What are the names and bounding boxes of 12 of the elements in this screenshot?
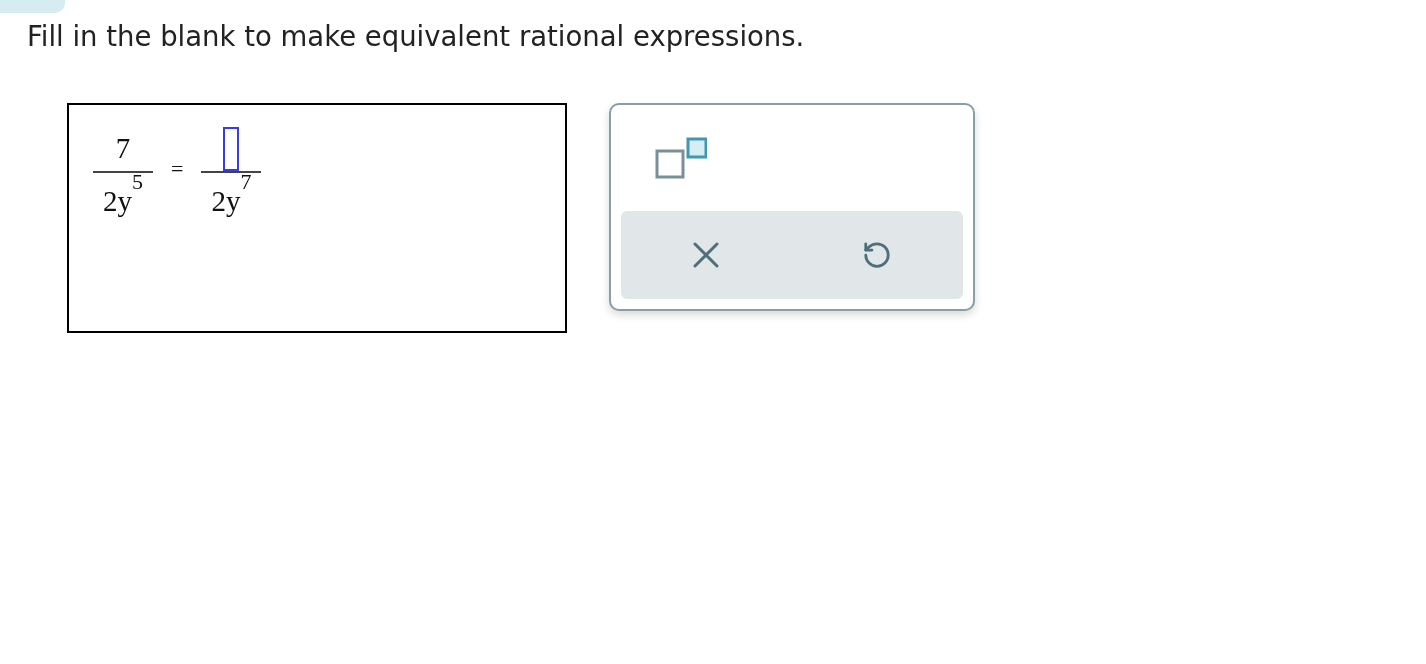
exponent: 7 bbox=[240, 169, 252, 194]
tab-background bbox=[0, 0, 65, 13]
numerator: 7 bbox=[115, 131, 131, 166]
denominator-base: 2y bbox=[103, 185, 132, 218]
undo-icon bbox=[862, 240, 892, 270]
exponent: 5 bbox=[132, 169, 143, 195]
equals-sign: = bbox=[171, 155, 184, 182]
close-icon bbox=[692, 241, 720, 269]
denominator-base: 2y bbox=[211, 185, 241, 218]
superscript-template-icon bbox=[655, 137, 707, 179]
question-prompt: Fill in the blank to make equivalent rational expressions. bbox=[27, 19, 805, 53]
numerator-blank[interactable] bbox=[223, 127, 240, 171]
